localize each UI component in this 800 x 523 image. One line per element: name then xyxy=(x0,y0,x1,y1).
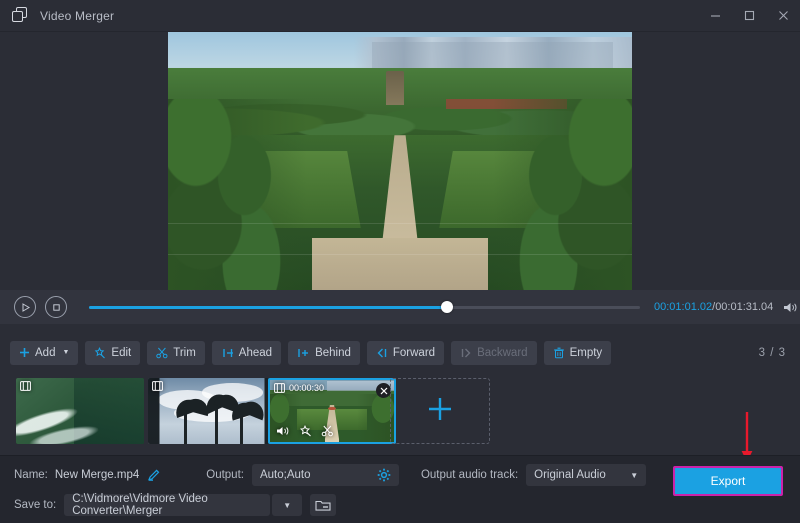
move-backward-icon xyxy=(460,347,472,359)
speaker-icon[interactable] xyxy=(276,425,290,437)
name-label: Name: xyxy=(14,469,48,481)
clip-topbar xyxy=(148,378,276,394)
maximize-icon[interactable] xyxy=(732,0,766,32)
list-item[interactable]: 00:00:30 xyxy=(268,378,396,444)
play-circle-icon[interactable] xyxy=(14,296,36,318)
gear-icon[interactable] xyxy=(377,468,391,482)
edit-button-label: Edit xyxy=(111,347,131,359)
list-item[interactable] xyxy=(16,378,144,444)
speaker-icon[interactable] xyxy=(783,301,798,314)
audio-track-value: Original Audio xyxy=(534,469,606,481)
empty-button-label: Empty xyxy=(570,347,603,359)
backward-button-label: Backward xyxy=(477,347,528,359)
pencil-icon[interactable] xyxy=(147,468,161,482)
empty-button[interactable]: Empty xyxy=(544,341,612,365)
save-to-label: Save to: xyxy=(14,499,56,511)
scissors-icon[interactable] xyxy=(321,425,334,437)
audio-track-label: Output audio track: xyxy=(421,469,518,481)
add-button[interactable]: Add ▼ xyxy=(10,341,78,365)
folder-icon[interactable] xyxy=(310,494,336,516)
video-preview[interactable] xyxy=(168,32,632,290)
seek-handle[interactable] xyxy=(441,301,453,313)
output-format-value: Auto;Auto xyxy=(260,469,311,481)
output-label: Output: xyxy=(206,469,244,481)
behind-button[interactable]: Behind xyxy=(288,341,360,365)
forward-button-label: Forward xyxy=(393,347,435,359)
player-controls: 00:01:01.02/00:01:31.04 xyxy=(0,290,800,324)
insert-ahead-icon xyxy=(221,347,234,359)
app-windows-icon xyxy=(12,7,30,25)
clip-topbar xyxy=(16,378,144,394)
close-icon[interactable] xyxy=(766,0,800,32)
save-to-path-value: C:\Vidmore\Vidmore Video Converter\Merge… xyxy=(72,493,262,517)
window-controls xyxy=(698,0,800,32)
seek-progress xyxy=(89,306,447,309)
save-to-path-field[interactable]: C:\Vidmore\Vidmore Video Converter\Merge… xyxy=(64,494,270,516)
film-icon xyxy=(152,381,163,391)
clip-strip: 00:00:30 xyxy=(0,369,800,453)
behind-button-label: Behind xyxy=(315,347,351,359)
preview-area xyxy=(0,32,800,290)
plus-icon xyxy=(19,347,30,358)
move-forward-icon xyxy=(376,347,388,359)
export-button[interactable]: Export xyxy=(673,466,783,496)
chevron-down-icon[interactable]: ▼ xyxy=(283,501,291,510)
trim-button[interactable]: Trim xyxy=(147,341,205,365)
trim-button-label: Trim xyxy=(173,347,196,359)
chevron-down-icon[interactable]: ▼ xyxy=(630,471,638,480)
timecode: 00:01:01.02/00:01:31.04 xyxy=(654,301,773,313)
chevron-down-icon[interactable]: ▼ xyxy=(62,349,69,356)
forward-button[interactable]: Forward xyxy=(367,341,444,365)
list-item[interactable] xyxy=(148,378,276,444)
title-bar: Video Merger xyxy=(0,0,800,32)
clip-tools xyxy=(270,422,394,440)
audio-track-select[interactable]: Original Audio ▼ xyxy=(526,464,646,486)
ahead-button[interactable]: Ahead xyxy=(212,341,281,365)
ahead-button-label: Ahead xyxy=(239,347,272,359)
add-button-label: Add xyxy=(35,347,55,359)
backward-button: Backward xyxy=(451,341,537,365)
film-icon xyxy=(20,381,31,391)
video-merger-window: Video Merger xyxy=(0,0,800,523)
clip-counter: 3 / 3 xyxy=(759,347,786,359)
trash-icon xyxy=(553,347,565,359)
edit-button[interactable]: Edit xyxy=(85,341,140,365)
minimize-icon[interactable] xyxy=(698,0,732,32)
output-format-field[interactable]: Auto;Auto xyxy=(252,464,399,486)
film-icon xyxy=(274,383,285,393)
clip-toolbar: Add ▼ Edit Trim Ahead Behind xyxy=(0,336,800,369)
close-circle-icon[interactable] xyxy=(376,383,391,398)
seek-slider[interactable] xyxy=(89,300,640,314)
stop-circle-icon[interactable] xyxy=(45,296,67,318)
current-time: 00:01:01.02 xyxy=(654,301,712,313)
clip-duration: 00:00:30 xyxy=(289,383,324,393)
effects-star-icon[interactable] xyxy=(299,425,312,437)
magic-wand-icon xyxy=(94,347,106,359)
add-clip-button[interactable] xyxy=(390,378,490,444)
total-time: 00:01:31.04 xyxy=(715,301,773,313)
window-title: Video Merger xyxy=(40,9,114,23)
save-to-dropdown[interactable]: ▼ xyxy=(272,494,302,516)
scissors-icon xyxy=(156,347,168,359)
plus-icon xyxy=(426,395,454,428)
name-value: New Merge.mp4 xyxy=(55,469,139,481)
insert-behind-icon xyxy=(297,347,310,359)
